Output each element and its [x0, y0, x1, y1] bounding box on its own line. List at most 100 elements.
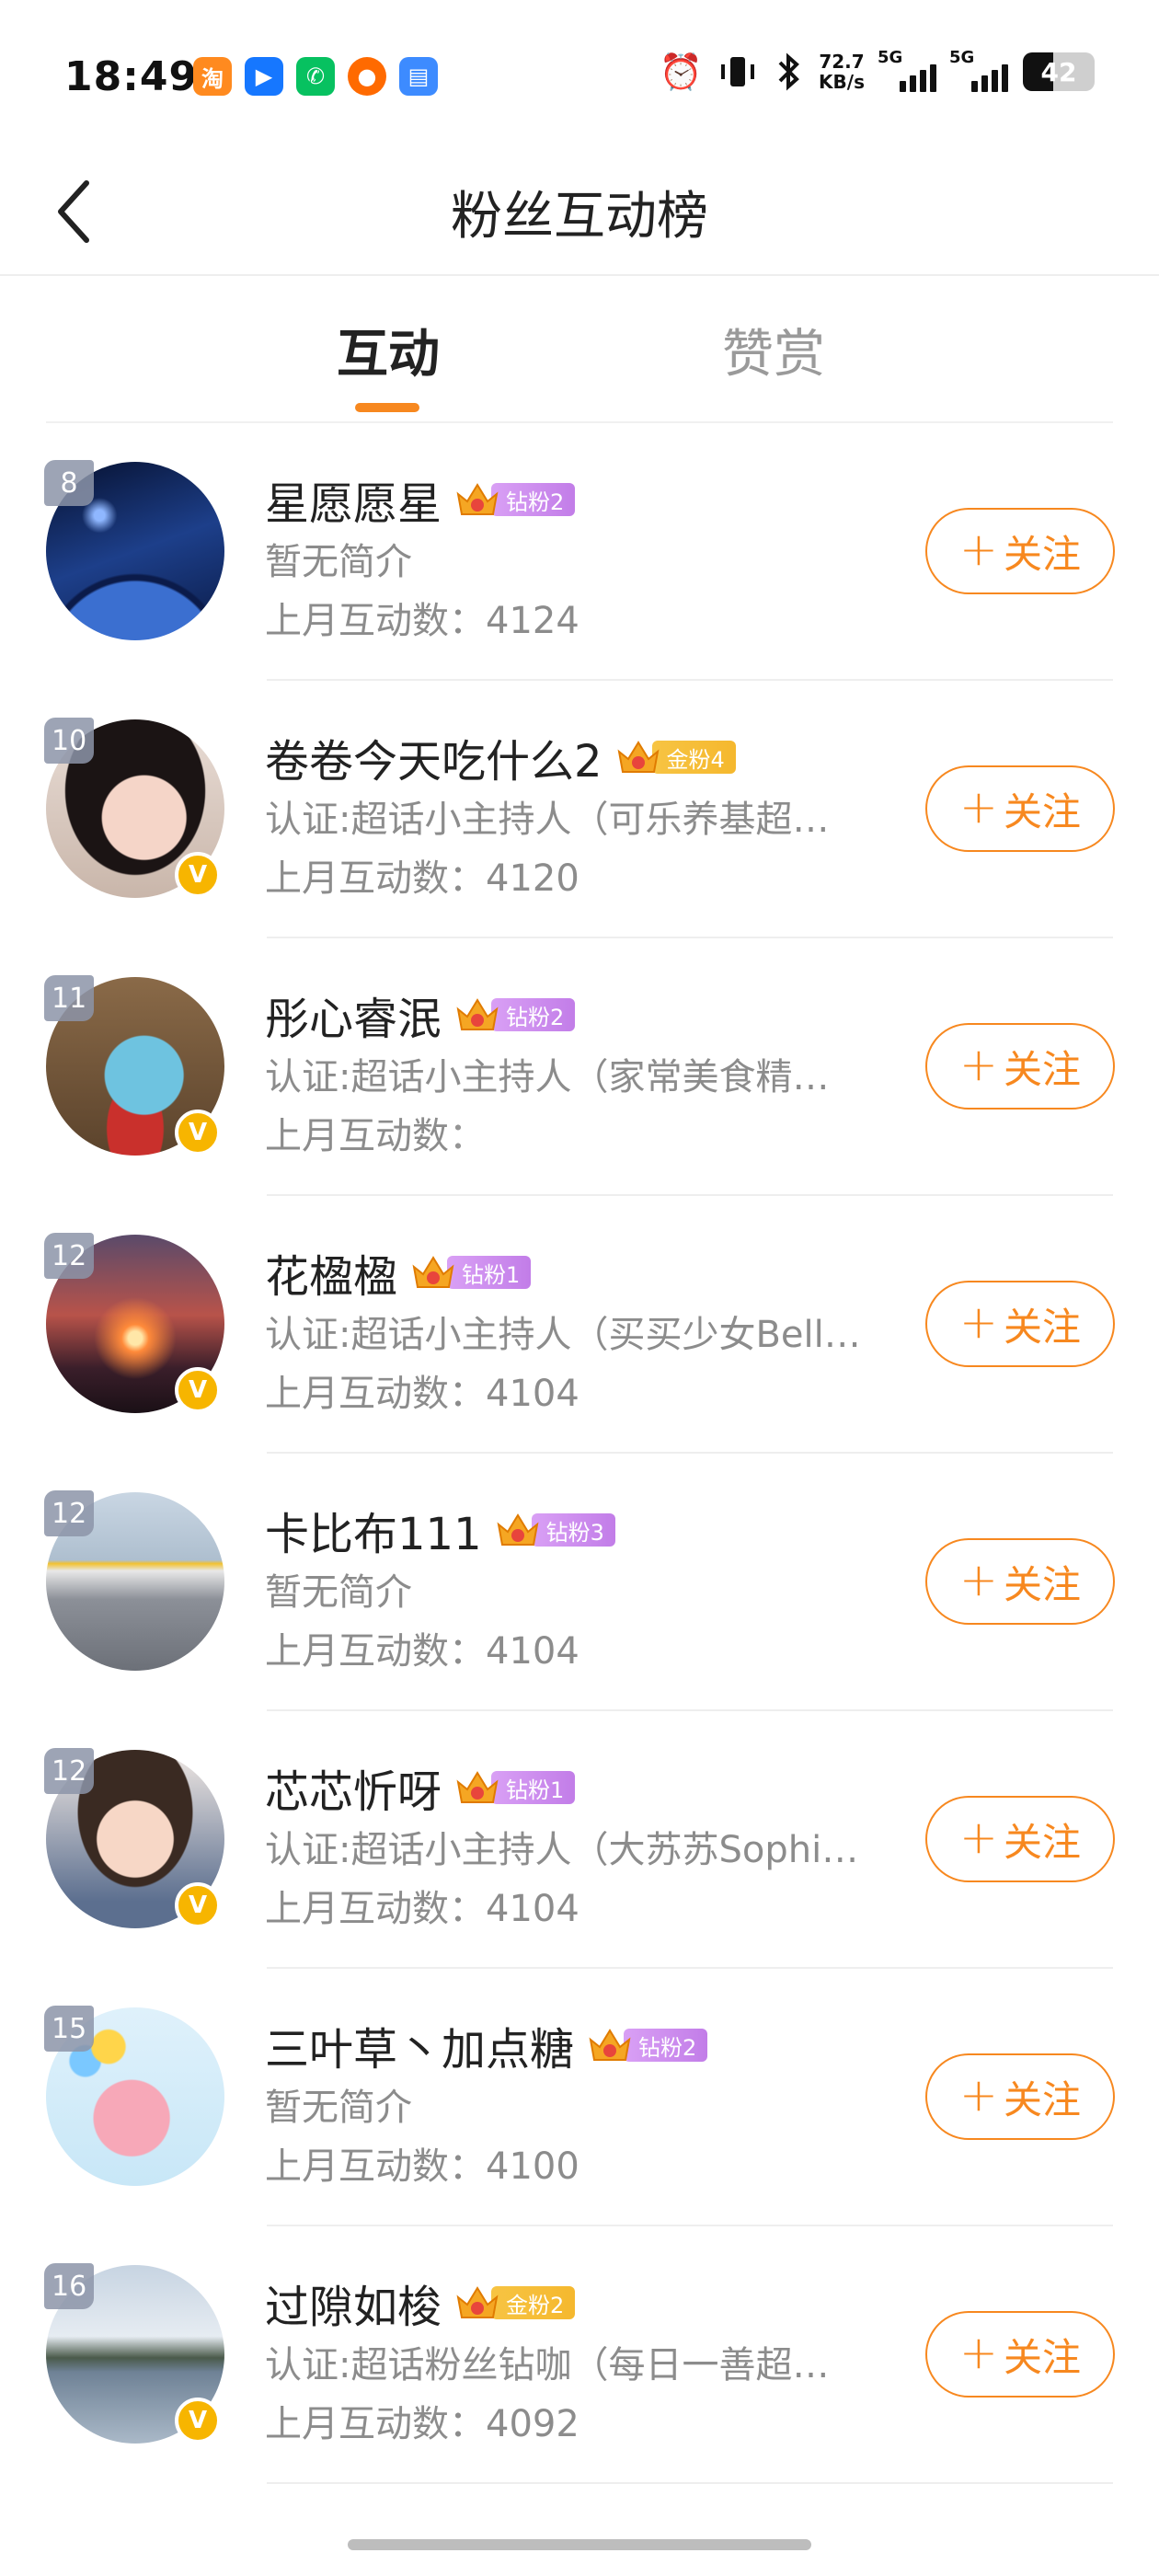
user-name[interactable]: 花楹楹	[265, 1240, 397, 1305]
fan-level-label: 钻粉3	[531, 1513, 615, 1547]
list-item[interactable]: 12 V 芯芯忻呀 钻粉1 认证:超话小主持人（大苏苏Sophi… 上月互动数：…	[0, 1711, 1159, 1969]
follow-button[interactable]: + 关注	[925, 508, 1115, 594]
plus-icon: +	[959, 2068, 998, 2122]
network-type-1: 5G	[878, 48, 903, 67]
network-type-2: 5G	[949, 48, 975, 67]
fan-level-label: 金粉4	[651, 741, 736, 774]
user-name[interactable]: 卷卷今天吃什么2	[265, 725, 602, 789]
user-name[interactable]: 卡比布111	[265, 1498, 482, 1562]
rank-badge: 12	[44, 1748, 95, 1794]
name-line: 过隙如梭 金粉2	[265, 2271, 576, 2335]
network-speed: 72.7 KB/s	[819, 52, 865, 92]
list-item[interactable]: 12 V 花楹楹 钻粉1 认证:超话小主持人（买买少女Bell… 上月互动数：4…	[0, 1196, 1159, 1454]
follow-button[interactable]: + 关注	[925, 1281, 1115, 1367]
rank-badge: 8	[44, 460, 94, 506]
interaction-count: 上月互动数：4104	[265, 1888, 580, 1930]
follow-label: 关注	[1003, 788, 1081, 834]
plus-icon: +	[959, 1038, 998, 1091]
divider	[267, 2482, 1113, 2484]
user-intro: 认证:超话小主持人（买买少女Bell…	[265, 1314, 861, 1356]
taobao-icon: 淘	[193, 57, 232, 96]
follow-label: 关注	[1003, 1819, 1081, 1865]
fan-level-label: 钻粉2	[491, 483, 576, 516]
follow-button[interactable]: + 关注	[925, 1538, 1115, 1625]
interaction-count: 上月互动数：4100	[265, 2145, 580, 2188]
list-item[interactable]: 10 V 卷卷今天吃什么2 金粉4 认证:超话小主持人（可乐养基超… 上月互动数…	[0, 681, 1159, 938]
name-line: 花楹楹 钻粉1	[265, 1240, 532, 1305]
rank-number: 11	[52, 982, 87, 1015]
follow-button[interactable]: + 关注	[925, 1023, 1115, 1110]
fan-level-badge: 金粉2	[454, 2283, 576, 2323]
plus-icon: +	[959, 1811, 998, 1864]
home-indicator[interactable]	[348, 2539, 811, 2550]
plus-icon: +	[959, 1295, 998, 1349]
tab-reward[interactable]: 赞赏	[722, 313, 825, 387]
navigation-header: 粉丝互动榜	[0, 147, 1159, 276]
signal-2-icon: 5G	[949, 48, 1008, 92]
user-name[interactable]: 三叶草丶加点糖	[265, 2013, 574, 2077]
user-name[interactable]: 芯芯忻呀	[265, 1755, 442, 1820]
fan-level-badge: 钻粉3	[495, 1510, 615, 1550]
plus-icon: +	[959, 1553, 998, 1606]
battery-level: 42	[1040, 56, 1077, 87]
tab-interaction[interactable]: 互动	[337, 313, 440, 387]
rank-number: 12	[52, 1239, 87, 1272]
verified-badge-icon: V	[175, 1110, 221, 1156]
files-icon: ▤	[399, 57, 438, 96]
rank-number: 15	[52, 2012, 87, 2045]
plus-icon: +	[959, 780, 998, 834]
name-line: 卷卷今天吃什么2 金粉4	[265, 725, 736, 789]
rank-number: 8	[60, 466, 78, 500]
rank-badge: 15	[44, 2006, 95, 2052]
plus-icon: +	[959, 523, 998, 576]
tools-icon: ▶	[245, 57, 283, 96]
name-line: 彤心睿泯 钻粉2	[265, 983, 576, 1047]
fan-ranking-list: 8 星愿愿星 钻粉2 暂无简介 上月互动数：4124 + 关注 10 V 卷卷今…	[0, 423, 1159, 2484]
list-item[interactable]: 16 V 过隙如梭 金粉2 认证:超话粉丝钻咖（每日一善超… 上月互动数：409…	[0, 2226, 1159, 2484]
follow-label: 关注	[1003, 2334, 1081, 2380]
page-title: 粉丝互动榜	[451, 187, 708, 247]
user-name[interactable]: 星愿愿星	[265, 467, 442, 532]
rank-number: 12	[52, 1497, 87, 1530]
follow-button[interactable]: + 关注	[925, 1796, 1115, 1882]
notification-icons: 淘 ▶ ✆ ● ▤	[193, 57, 438, 96]
name-line: 星愿愿星 钻粉2	[265, 467, 576, 532]
follow-button[interactable]: + 关注	[925, 2053, 1115, 2140]
crown-icon	[456, 998, 499, 1030]
list-item[interactable]: 11 V 彤心睿泯 钻粉2 认证:超话小主持人（家常美食精… 上月互动数： + …	[0, 938, 1159, 1196]
name-line: 三叶草丶加点糖 钻粉2	[265, 2013, 708, 2077]
rank-number: 16	[52, 2270, 87, 2303]
tab-bar: 互动 赞赏	[0, 276, 1159, 423]
fan-level-badge: 金粉4	[615, 737, 736, 777]
fan-level-badge: 钻粉1	[410, 1252, 532, 1293]
status-time: 18:49	[64, 53, 199, 100]
follow-label: 关注	[1003, 531, 1081, 577]
vibrate-icon	[721, 57, 755, 86]
verified-badge-icon: V	[175, 1367, 221, 1413]
fan-level-label: 钻粉2	[624, 2029, 708, 2062]
crown-icon	[589, 2029, 631, 2061]
rank-badge: 11	[44, 975, 95, 1021]
name-line: 卡比布111 钻粉3	[265, 1498, 615, 1562]
rank-badge: 12	[44, 1233, 95, 1279]
crown-icon	[412, 1256, 454, 1288]
wechat-icon: ✆	[296, 57, 335, 96]
user-intro: 暂无简介	[265, 2087, 412, 2129]
follow-button[interactable]: + 关注	[925, 765, 1115, 852]
user-name[interactable]: 过隙如梭	[265, 2271, 442, 2335]
list-item[interactable]: 8 星愿愿星 钻粉2 暂无简介 上月互动数：4124 + 关注	[0, 423, 1159, 681]
bluetooth-icon	[778, 52, 799, 91]
interaction-count: 上月互动数：4104	[265, 1373, 580, 1415]
verified-badge-icon: V	[175, 852, 221, 898]
user-intro: 认证:超话小主持人（家常美食精…	[265, 1056, 830, 1098]
user-name[interactable]: 彤心睿泯	[265, 983, 442, 1047]
follow-button[interactable]: + 关注	[925, 2311, 1115, 2398]
rank-number: 10	[52, 724, 87, 757]
crown-icon	[617, 741, 660, 773]
list-item[interactable]: 15 三叶草丶加点糖 钻粉2 暂无简介 上月互动数：4100 + 关注	[0, 1969, 1159, 2226]
alarm-icon: ⏰	[659, 52, 704, 92]
list-item[interactable]: 12 卡比布111 钻粉3 暂无简介 上月互动数：4104 + 关注	[0, 1454, 1159, 1711]
crown-icon	[456, 483, 499, 515]
follow-label: 关注	[1003, 1046, 1081, 1092]
follow-label: 关注	[1003, 2076, 1081, 2122]
